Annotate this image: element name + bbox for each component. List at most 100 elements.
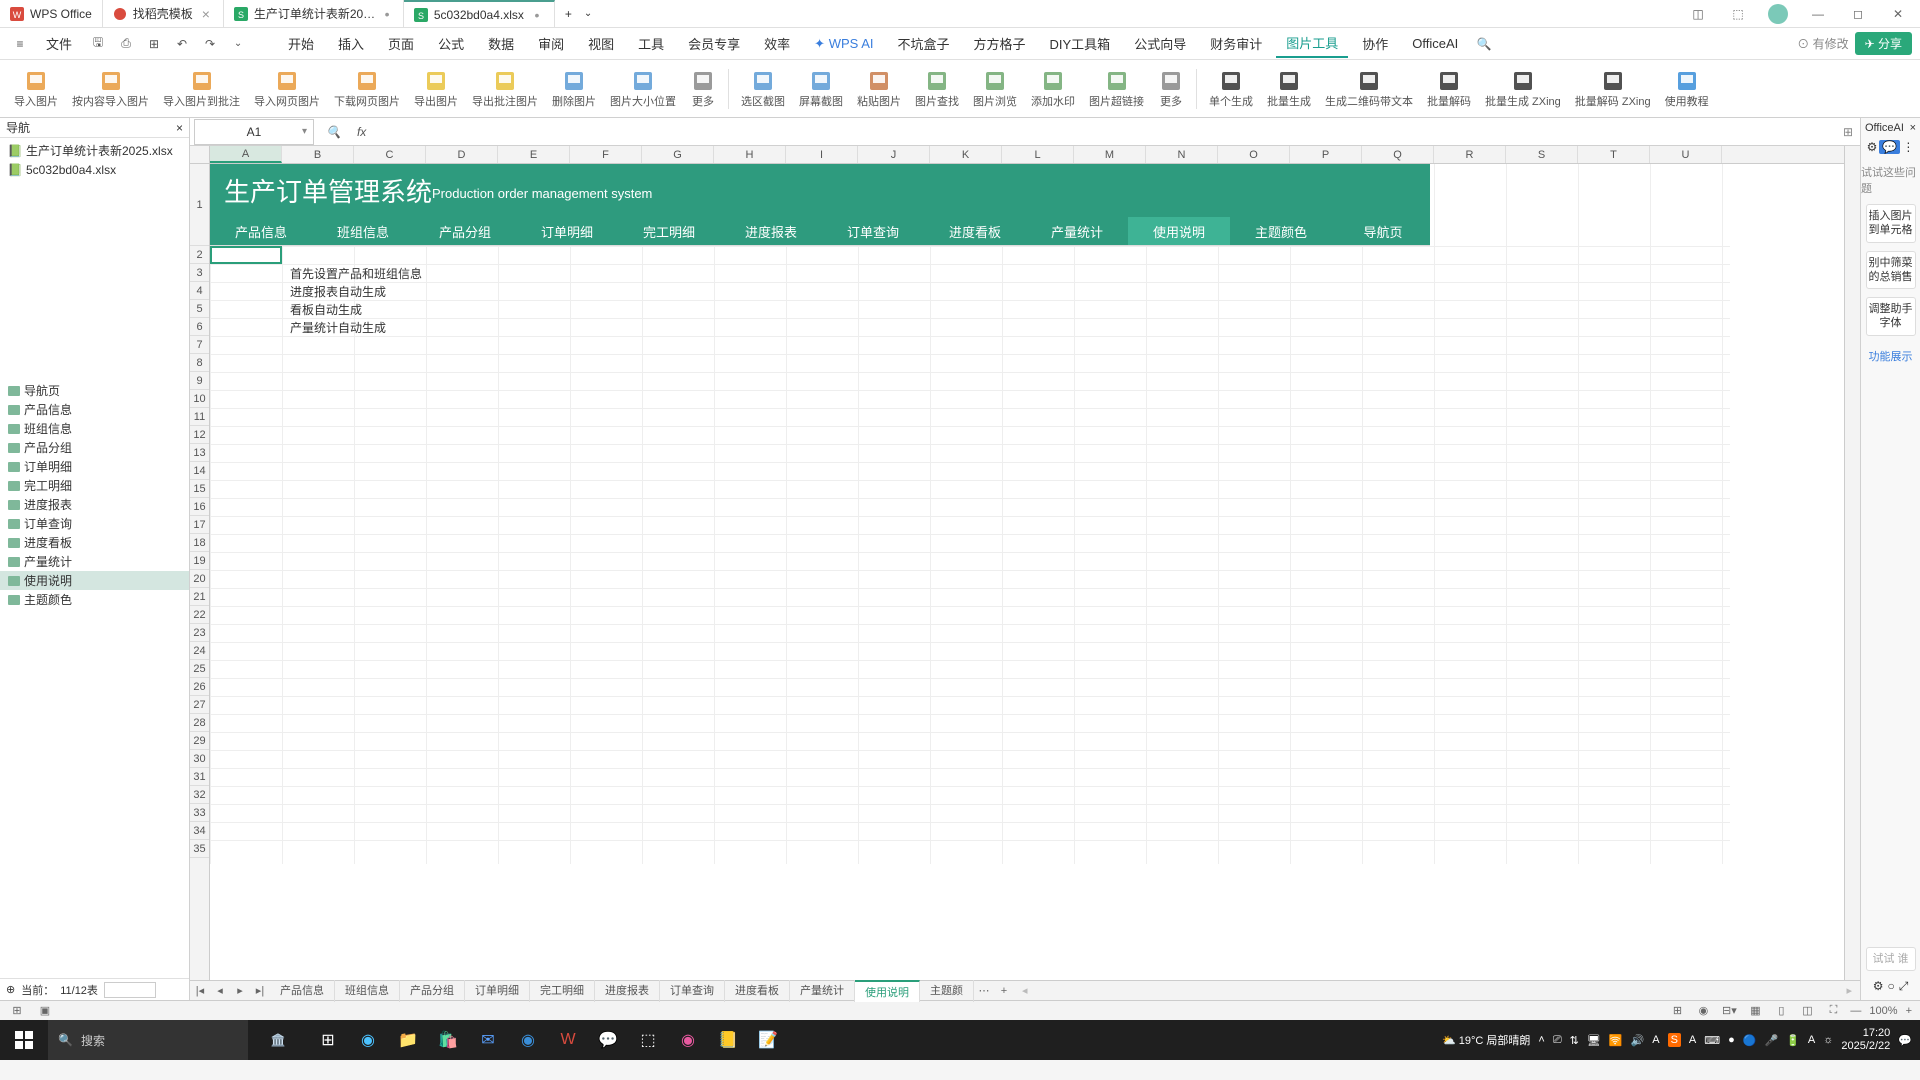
col-header[interactable]: J xyxy=(858,146,930,163)
sheet-tab[interactable]: 完工明细 xyxy=(530,980,595,1002)
banner-nav-item[interactable]: 订单明细 xyxy=(516,217,618,245)
nav-sheet-item[interactable]: 导航页 xyxy=(0,381,189,400)
ribbon-导出批注图片[interactable]: 导出批注图片 xyxy=(466,67,544,111)
tray-icon[interactable]: 🖥 xyxy=(1587,1034,1601,1047)
col-header[interactable]: B xyxy=(282,146,354,163)
row-header[interactable]: 27 xyxy=(190,696,209,714)
menu-formula[interactable]: 公式 xyxy=(428,30,474,57)
menu-efficiency[interactable]: 效率 xyxy=(754,30,800,57)
ribbon-批量生成 ZXing[interactable]: 批量生成 ZXing xyxy=(1479,67,1567,111)
split-icon[interactable]: ◫ xyxy=(1798,1003,1816,1019)
search-icon[interactable]: 🔍 xyxy=(318,125,349,139)
nav-sheet-item[interactable]: 产品信息 xyxy=(0,400,189,419)
sheet-tab[interactable]: 进度看板 xyxy=(725,980,790,1002)
col-header[interactable]: P xyxy=(1290,146,1362,163)
row-header[interactable]: 25 xyxy=(190,660,209,678)
ribbon-批量解码[interactable]: 批量解码 xyxy=(1421,67,1477,111)
rp-input-hint[interactable]: 试试 谁 xyxy=(1866,947,1916,971)
menu-page[interactable]: 页面 xyxy=(378,30,424,57)
col-header[interactable]: L xyxy=(1002,146,1074,163)
copy-icon[interactable]: ◫ xyxy=(1684,4,1712,24)
row-header[interactable]: 6 xyxy=(190,318,209,336)
sheet-tab[interactable]: 主题颜 xyxy=(920,980,974,1002)
tray-icon[interactable]: 🔵 xyxy=(1743,1034,1757,1047)
preview-icon[interactable]: ⊞ xyxy=(142,32,166,56)
zoom-in-button[interactable]: + xyxy=(1906,1005,1912,1017)
tray-icon[interactable]: ☼ xyxy=(1823,1034,1833,1046)
banner-nav-item[interactable]: 产品分组 xyxy=(414,217,516,245)
ribbon-导出图片[interactable]: 导出图片 xyxy=(408,67,464,111)
edge-icon[interactable]: ◉ xyxy=(348,1020,388,1060)
row-header[interactable]: 7 xyxy=(190,336,209,354)
row-header[interactable]: 21 xyxy=(190,588,209,606)
row-header[interactable]: 32 xyxy=(190,786,209,804)
row-header[interactable]: 11 xyxy=(190,408,209,426)
close-icon[interactable]: × xyxy=(199,7,213,21)
row-header[interactable]: 24 xyxy=(190,642,209,660)
banner-nav-item[interactable]: 进度报表 xyxy=(720,217,822,245)
expand-icon[interactable]: ⊞ xyxy=(1836,125,1860,139)
ribbon-图片浏览[interactable]: 图片浏览 xyxy=(967,67,1023,111)
ribbon-使用教程[interactable]: 使用教程 xyxy=(1659,67,1715,111)
settings-icon[interactable]: ⚙ xyxy=(1867,140,1878,154)
nav-file[interactable]: 📗5c032bd0a4.xlsx xyxy=(0,161,189,179)
record-icon[interactable]: ▣ xyxy=(36,1003,54,1019)
hscrollbar[interactable]: ◂ ▸ xyxy=(1014,984,1860,997)
hamburger-icon[interactable]: ≡ xyxy=(8,32,32,56)
nav-sheet-item[interactable]: 进度看板 xyxy=(0,533,189,552)
nav-file[interactable]: 📗生产订单统计表新2025.xlsx xyxy=(0,140,189,161)
col-header[interactable]: N xyxy=(1146,146,1218,163)
nav-sheet-item[interactable]: 主题颜色 xyxy=(0,590,189,609)
rp-btn-2[interactable]: 调整助手字体 xyxy=(1866,297,1916,336)
row-header[interactable]: 9 xyxy=(190,372,209,390)
formula-input[interactable] xyxy=(374,120,1836,144)
mail-icon[interactable]: ✉ xyxy=(468,1020,508,1060)
col-header[interactable]: A xyxy=(210,146,282,163)
row-header[interactable]: 30 xyxy=(190,750,209,768)
banner-nav-item[interactable]: 主题颜色 xyxy=(1230,217,1332,245)
vscrollbar[interactable] xyxy=(1844,146,1860,980)
menu-insert[interactable]: 插入 xyxy=(328,30,374,57)
col-header[interactable]: H xyxy=(714,146,786,163)
row-header[interactable]: 18 xyxy=(190,534,209,552)
fx-icon[interactable]: fx xyxy=(349,125,374,139)
ribbon-导入网页图片[interactable]: 导入网页图片 xyxy=(248,67,326,111)
ribbon-生成二维码带文本[interactable]: 生成二维码带文本 xyxy=(1319,67,1419,111)
close-icon[interactable]: × xyxy=(176,121,183,135)
row-header[interactable]: 33 xyxy=(190,804,209,822)
tray-icon[interactable]: ● xyxy=(1728,1034,1735,1046)
menu-finance[interactable]: 财务审计 xyxy=(1200,30,1272,57)
banner-nav-item[interactable]: 订单查询 xyxy=(822,217,924,245)
ribbon-批量生成[interactable]: 批量生成 xyxy=(1261,67,1317,111)
sheet-mode-icon[interactable]: ⊞ xyxy=(8,1003,26,1019)
nav-search-input[interactable] xyxy=(104,982,156,998)
rp-btn-0[interactable]: 插入图片到单元格 xyxy=(1866,204,1916,243)
app-icon[interactable]: ⬚ xyxy=(628,1020,668,1060)
print-icon[interactable]: ⎙ xyxy=(114,32,138,56)
app-icon[interactable]: ◉ xyxy=(668,1020,708,1060)
row-header[interactable]: 17 xyxy=(190,516,209,534)
row-header[interactable]: 13 xyxy=(190,444,209,462)
cell-b5[interactable]: 产量统计自动生成 xyxy=(286,318,386,336)
sheet-tab[interactable]: 进度报表 xyxy=(595,980,660,1002)
banner-nav-item[interactable]: 导航页 xyxy=(1332,217,1434,245)
menu-diy[interactable]: DIY工具箱 xyxy=(1040,30,1121,57)
menu-collab[interactable]: 协作 xyxy=(1352,30,1398,57)
nav-sheet-item[interactable]: 使用说明 xyxy=(0,571,189,590)
col-header[interactable]: D xyxy=(426,146,498,163)
row-header[interactable]: 2 xyxy=(190,246,209,264)
view-icon[interactable]: ⊞ xyxy=(1668,1003,1686,1019)
taskbar-search[interactable]: 🔍搜索 xyxy=(48,1020,248,1060)
wechat-icon[interactable]: 💬 xyxy=(588,1020,628,1060)
cell-b2[interactable]: 首先设置产品和班组信息 xyxy=(286,264,422,282)
menu-view[interactable]: 视图 xyxy=(578,30,624,57)
maximize-button[interactable]: ◻ xyxy=(1844,4,1872,24)
explorer-icon[interactable]: 📁 xyxy=(388,1020,428,1060)
cell-b3[interactable]: 进度报表自动生成 xyxy=(286,282,386,300)
row-header[interactable]: 14 xyxy=(190,462,209,480)
ribbon-粘贴图片[interactable]: 粘贴图片 xyxy=(851,67,907,111)
active-cell[interactable] xyxy=(210,246,282,264)
ribbon-屏幕截图[interactable]: 屏幕截图 xyxy=(793,67,849,111)
sheet-tab[interactable]: 使用说明 xyxy=(855,980,920,1002)
prev-sheet-icon[interactable]: ◂ xyxy=(210,984,230,997)
